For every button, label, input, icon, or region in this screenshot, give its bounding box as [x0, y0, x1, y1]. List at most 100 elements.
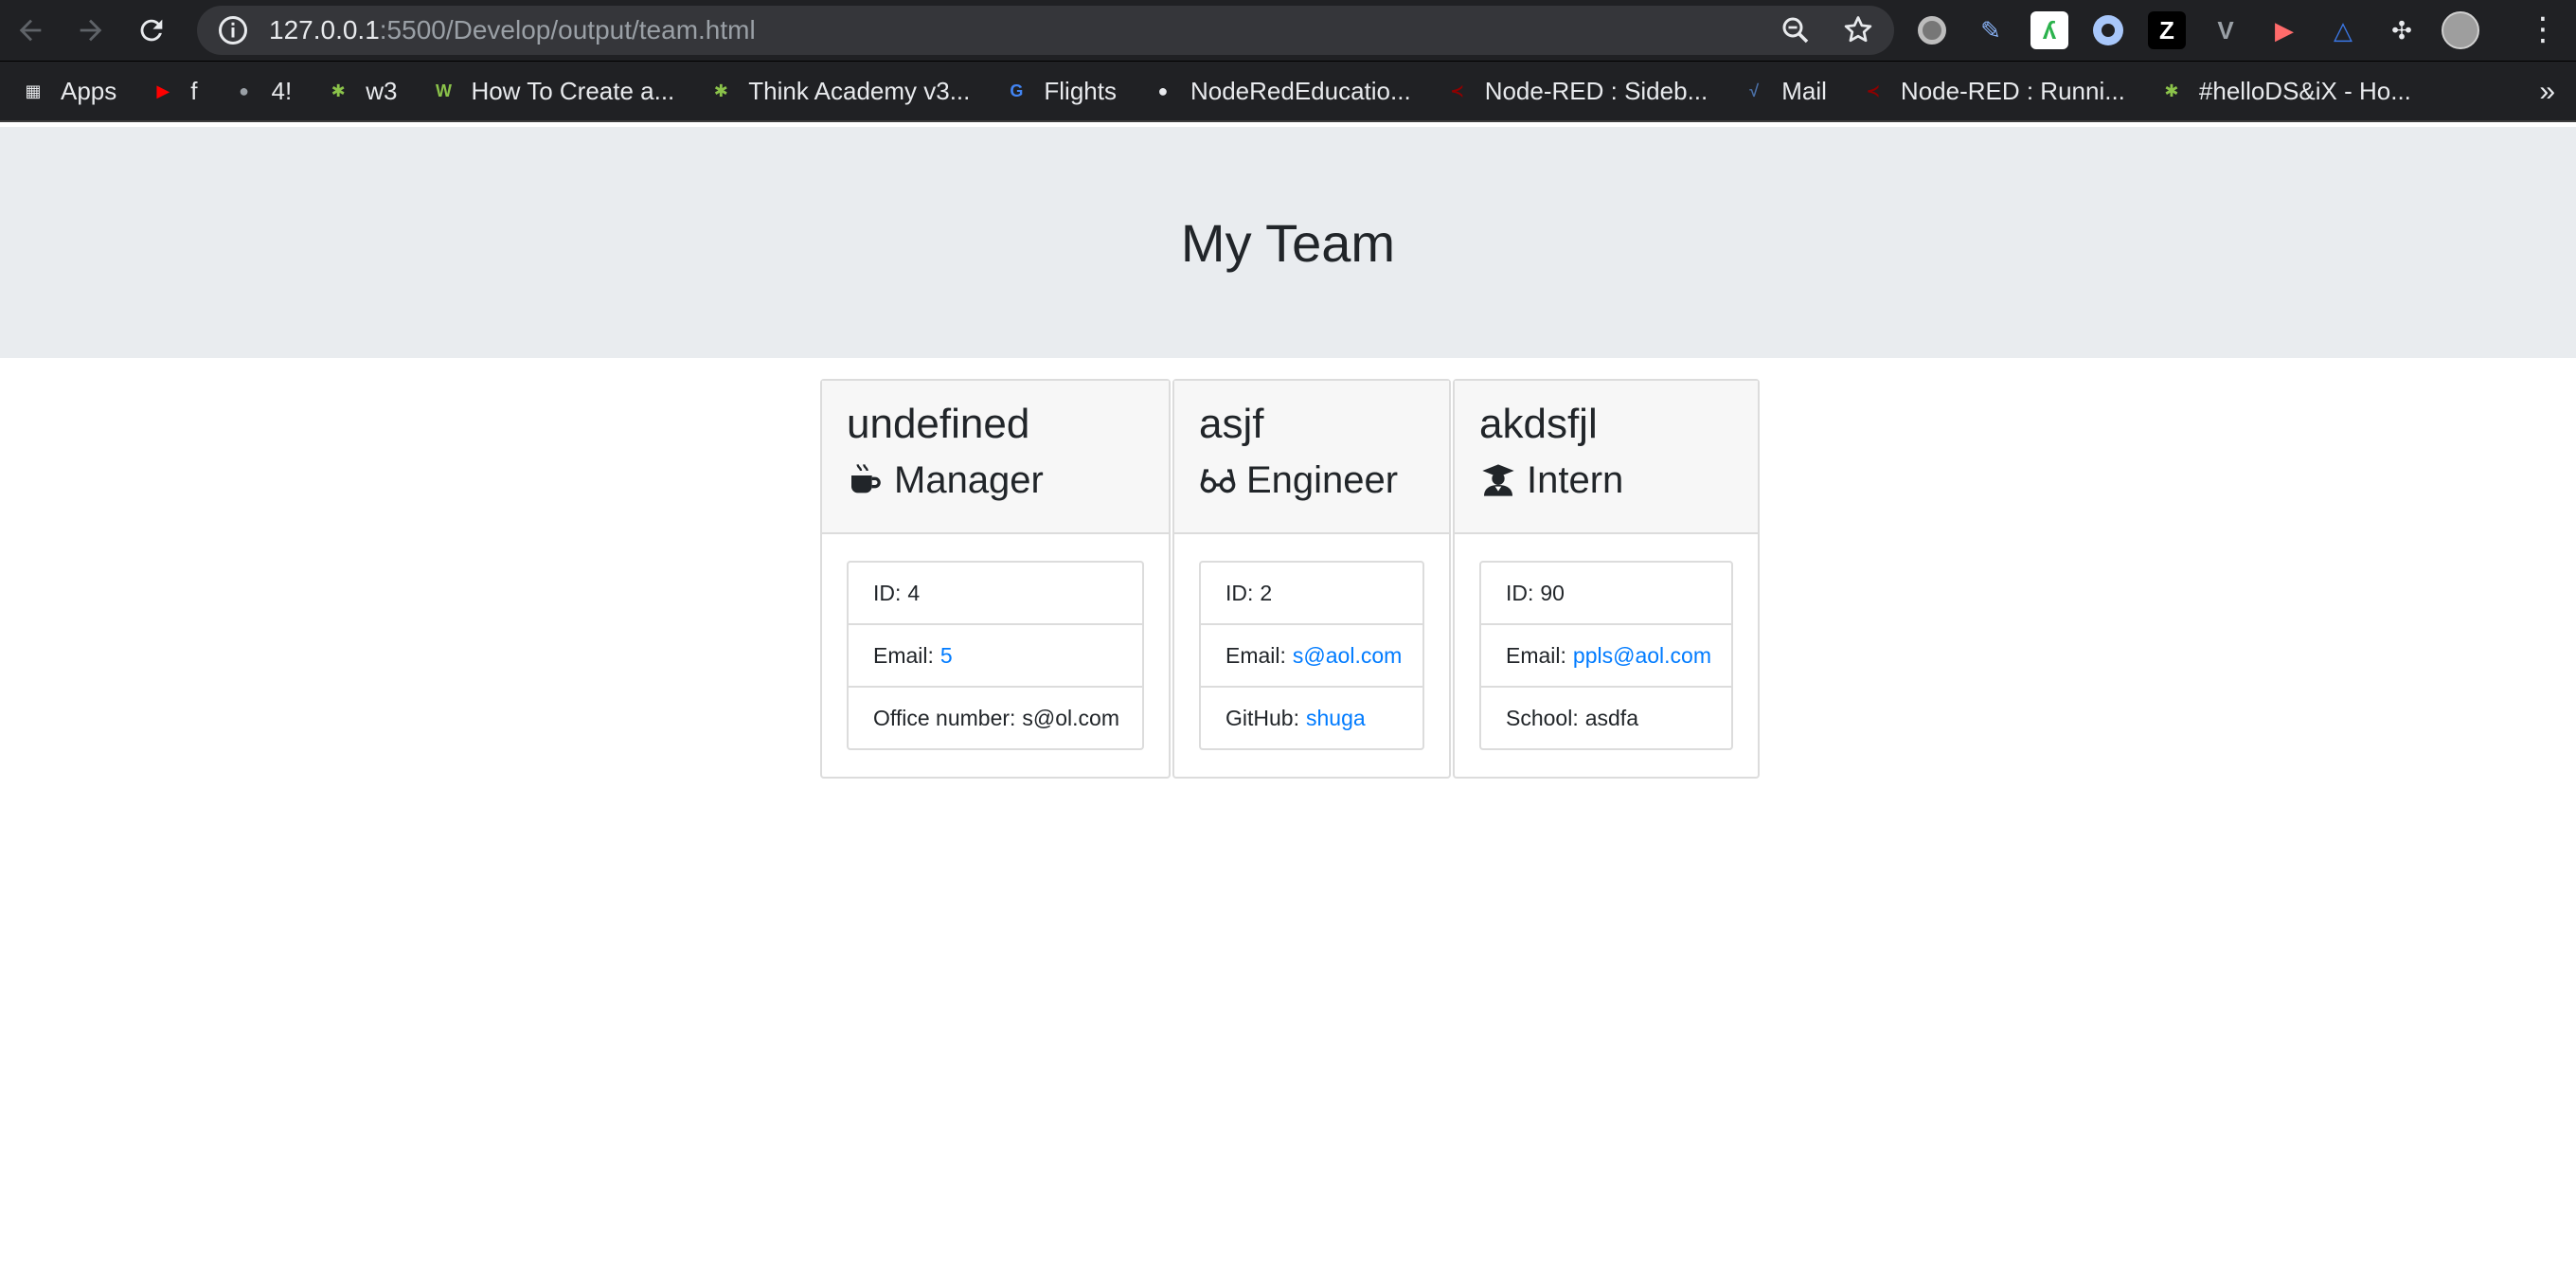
bookmarks-overflow-icon[interactable]: »	[2539, 76, 2555, 108]
bookmark-label: Mail	[1781, 76, 1827, 105]
glasses-icon	[1200, 469, 1236, 493]
node-red-icon: ≺	[1866, 81, 1881, 100]
bookmark-star-icon[interactable]	[1841, 13, 1875, 47]
id-label: ID:	[1225, 580, 1254, 605]
github-label: GitHub:	[1225, 705, 1299, 730]
bookmark-label: Apps	[61, 76, 117, 105]
graduate-icon	[1482, 464, 1514, 496]
id-value: 2	[1260, 580, 1273, 605]
bookmark-item[interactable]: ≺ Node-RED : Sideb...	[1443, 62, 1708, 120]
reload-icon	[140, 19, 163, 42]
team-cards: undefined Manager ID: 4 Email: 5 Office nu…	[820, 379, 1762, 779]
employee-card-engineer: asjf Engineer ID: 2 Email: s@aol.com GitHu…	[1172, 379, 1451, 779]
extension-ring-icon[interactable]	[2089, 11, 2127, 49]
employee-role: Intern	[1479, 451, 1733, 510]
details-list: ID: 4 Email: 5 Office number: s@ol.com	[847, 561, 1144, 750]
employee-card-intern: akdsfjl Intern ID: 90 Email: ppls@aol.com …	[1453, 379, 1760, 779]
bookmark-item[interactable]: √ Mail	[1740, 62, 1827, 120]
apps-grid-icon: ▦	[25, 81, 42, 100]
bookmark-label: 4!	[271, 76, 293, 105]
github-icon: ●	[1157, 81, 1169, 100]
extension-circle-icon[interactable]	[1913, 11, 1951, 49]
card-header: asjf Engineer	[1174, 381, 1449, 534]
id-row: ID: 90	[1481, 563, 1731, 625]
extension-feedly-icon[interactable]: ʎ	[2030, 11, 2068, 49]
email-row: Email: 5	[849, 625, 1142, 688]
arrow-left-icon	[19, 19, 42, 42]
details-list: ID: 2 Email: s@aol.com GitHub: shuga	[1199, 561, 1424, 750]
employee-role-label: Intern	[1527, 459, 1624, 501]
extension-screencast-icon[interactable]: ▶	[2265, 11, 2303, 49]
w3-icon: W	[435, 81, 452, 100]
coffee-mug-icon	[851, 464, 881, 493]
bookmark-item[interactable]: ● 4!	[230, 62, 293, 120]
arrow-right-icon	[80, 19, 102, 42]
extension-vue-icon[interactable]: V	[2207, 11, 2245, 49]
bookmark-label: NodeRedEducatio...	[1190, 76, 1411, 105]
card-body: ID: 90 Email: ppls@aol.com School: asdfa	[1455, 534, 1758, 777]
id-value: 4	[907, 580, 921, 605]
browser-toolbar: 127.0.0.1:5500/Develop/output/team.html …	[0, 0, 2576, 61]
node-red-icon: ≺	[1450, 81, 1465, 100]
back-button[interactable]	[0, 0, 61, 61]
chrome-menu-icon[interactable]: ⋮	[2527, 13, 2559, 45]
url-text: 127.0.0.1:5500/Develop/output/team.html	[269, 15, 756, 45]
school-value: asdfa	[1584, 705, 1638, 730]
card-body: ID: 4 Email: 5 Office number: s@ol.com	[822, 534, 1169, 777]
bookmark-item[interactable]: ▶ f	[149, 62, 197, 120]
bookmark-item[interactable]: ✱ Think Academy v3...	[707, 62, 971, 120]
office-number-value: s@ol.com	[1022, 705, 1120, 730]
card-header: akdsfjl Intern	[1455, 381, 1758, 534]
id-row: ID: 4	[849, 563, 1142, 625]
url-host: 127.0.0.1	[269, 15, 380, 45]
employee-role-label: Manager	[894, 459, 1044, 501]
email-row: Email: ppls@aol.com	[1481, 625, 1731, 688]
card-body: ID: 2 Email: s@aol.com GitHub: shuga	[1174, 534, 1449, 777]
mail-icon: √	[1749, 81, 1760, 100]
office-number-row: Office number: s@ol.com	[849, 688, 1142, 748]
bookmark-label: Think Academy v3...	[748, 76, 971, 105]
employee-card-manager: undefined Manager ID: 4 Email: 5 Office nu…	[820, 379, 1171, 779]
details-list: ID: 90 Email: ppls@aol.com School: asdfa	[1479, 561, 1733, 750]
extensions-puzzle-icon[interactable]: ✣	[2383, 11, 2421, 49]
employee-name: asjf	[1199, 401, 1264, 447]
bookmark-label: #helloDS&iX - Ho...	[2198, 76, 2411, 105]
bookmark-item[interactable]: ≺ Node-RED : Runni...	[1859, 62, 2125, 120]
id-label: ID:	[873, 580, 902, 605]
bookmark-label: Node-RED : Runni...	[1900, 76, 2125, 105]
page-title: My Team	[1180, 212, 1396, 273]
bookmark-item[interactable]: ✱ #helloDS&iX - Ho...	[2157, 62, 2411, 120]
google-flights-icon: G	[1010, 81, 1024, 100]
extension-triangle-icon[interactable]: △	[2324, 11, 2362, 49]
github-row: GitHub: shuga	[1201, 688, 1422, 748]
address-bar[interactable]: 127.0.0.1:5500/Develop/output/team.html	[197, 6, 1894, 55]
bookmark-label: Node-RED : Sideb...	[1484, 76, 1708, 105]
extension-pen-icon[interactable]: ✎	[1972, 11, 2010, 49]
employee-role-label: Engineer	[1246, 459, 1399, 501]
employee-name: undefined	[847, 401, 1030, 447]
bookmark-item[interactable]: ▦ Apps	[19, 62, 116, 120]
extension-z-icon[interactable]: Z	[2148, 11, 2186, 49]
email-link[interactable]: s@aol.com	[1293, 643, 1402, 669]
bookmark-item[interactable]: ✱ w3	[324, 62, 398, 120]
email-link[interactable]: 5	[940, 643, 953, 669]
github-link[interactable]: shuga	[1306, 706, 1366, 731]
profile-avatar[interactable]	[2442, 11, 2479, 49]
email-label: Email:	[873, 642, 934, 668]
office-number-label: Office number:	[873, 705, 1016, 730]
email-label: Email:	[1506, 642, 1566, 668]
bee-icon: ✱	[331, 81, 346, 100]
bookmark-label: w3	[366, 76, 398, 105]
email-link[interactable]: ppls@aol.com	[1573, 643, 1711, 669]
reload-button[interactable]	[121, 0, 182, 61]
youtube-icon: ▶	[156, 81, 170, 100]
employee-role: Manager	[847, 451, 1144, 510]
bookmark-item[interactable]: ● NodeRedEducatio...	[1149, 62, 1411, 120]
employee-name: akdsfjl	[1479, 401, 1598, 447]
bookmark-item[interactable]: W How To Create a...	[429, 62, 674, 120]
bookmark-label: f	[190, 76, 198, 105]
zoom-icon[interactable]	[1779, 13, 1813, 47]
forward-button[interactable]	[61, 0, 121, 61]
id-value: 90	[1540, 580, 1565, 605]
bookmark-item[interactable]: G Flights	[1002, 62, 1117, 120]
